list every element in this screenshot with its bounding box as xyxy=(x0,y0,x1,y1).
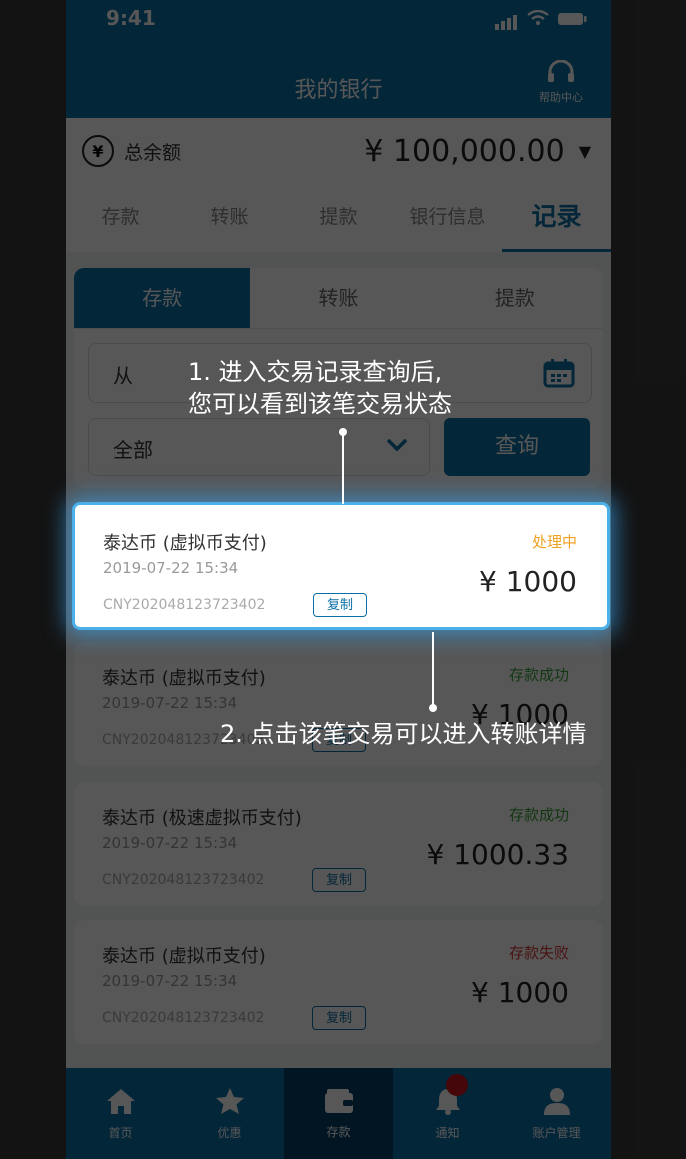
nav-label: 账户管理 xyxy=(532,1125,581,1140)
battery-icon xyxy=(557,11,587,30)
copy-button[interactable]: 复制 xyxy=(312,1006,366,1030)
tx-status: 存款成功 xyxy=(508,806,569,824)
from-label: 从 xyxy=(113,364,133,388)
bottom-nav: 首页 优惠 存款 通知 账户管理 xyxy=(66,1068,611,1159)
copy-button[interactable]: 复制 xyxy=(313,593,367,617)
status-filter-value: 全部 xyxy=(113,438,153,462)
record-type-tabs: 存款 转账 提款 xyxy=(74,268,603,329)
tx-name: 泰达币 (虚拟币支付) xyxy=(102,946,266,967)
wallet-icon xyxy=(324,1088,354,1117)
signal-icon xyxy=(495,11,519,30)
nav-home[interactable]: 首页 xyxy=(66,1068,175,1159)
tx-date: 2019-07-22 15:34 xyxy=(102,694,238,712)
copy-button[interactable]: 复制 xyxy=(312,868,366,892)
status-filter-select[interactable]: 全部 xyxy=(88,418,430,476)
nav-notifications[interactable]: 通知 xyxy=(393,1068,502,1159)
callout-line: 1. 进入交易记录查询后, xyxy=(188,358,443,386)
subtab-transfer[interactable]: 转账 xyxy=(250,268,426,328)
tx-date: 2019-07-22 15:34 xyxy=(103,559,239,577)
tx-name: 泰达币 (极速虚拟币支付) xyxy=(102,808,302,829)
subtab-withdraw[interactable]: 提款 xyxy=(427,268,603,328)
callout-dot xyxy=(429,704,437,712)
tab-bank-info[interactable]: 银行信息 xyxy=(393,184,502,252)
user-icon xyxy=(542,1087,572,1118)
tab-deposit[interactable]: 存款 xyxy=(66,184,175,252)
tutorial-callout-step1: 1. 进入交易记录查询后, 您可以看到该笔交易状态 xyxy=(188,356,452,420)
tab-records[interactable]: 记录 xyxy=(502,184,611,252)
tab-withdraw[interactable]: 提款 xyxy=(284,184,393,252)
tx-name: 泰达币 (虚拟币支付) xyxy=(103,533,267,554)
nav-label: 优惠 xyxy=(217,1125,242,1140)
balance-amount: ¥ 100,000.00 xyxy=(364,133,565,169)
tx-amount: ¥ 1000 xyxy=(479,565,577,598)
app-header: 9:41 我的银行 帮助中心 xyxy=(66,0,611,118)
main-tabs: 存款 转账 提款 银行信息 记录 xyxy=(66,184,611,252)
tx-status: 存款成功 xyxy=(508,666,569,684)
tx-date: 2019-07-22 15:34 xyxy=(102,972,238,990)
tab-transfer[interactable]: 转账 xyxy=(175,184,284,252)
nav-deposit[interactable]: 存款 xyxy=(284,1068,393,1159)
callout-leader-line xyxy=(342,432,344,504)
wifi-icon xyxy=(527,9,549,30)
notification-badge xyxy=(446,1074,468,1096)
callout-leader-line xyxy=(432,632,434,708)
home-icon xyxy=(106,1087,136,1118)
query-button[interactable]: 查询 xyxy=(444,418,590,476)
nav-label: 通知 xyxy=(435,1125,460,1140)
callout-line: 您可以看到该笔交易状态 xyxy=(188,390,452,418)
highlighted-transaction-card[interactable]: 泰达币 (虚拟币支付) 2019-07-22 15:34 CNY20204812… xyxy=(72,502,610,630)
tx-name: 泰达币 (虚拟币支付) xyxy=(102,668,266,689)
calendar-icon[interactable] xyxy=(543,358,575,392)
status-time: 9:41 xyxy=(106,6,156,30)
tx-date: 2019-07-22 15:34 xyxy=(102,834,238,852)
chevron-down-icon xyxy=(385,437,409,457)
tx-id: CNY202048123723402 xyxy=(102,872,265,888)
nav-account[interactable]: 账户管理 xyxy=(502,1068,611,1159)
transaction-card[interactable]: 泰达币 (虚拟币支付) 2019-07-22 15:34 CNY20204812… xyxy=(74,920,603,1044)
nav-label: 首页 xyxy=(108,1125,133,1140)
transaction-card[interactable]: 泰达币 (极速虚拟币支付) 2019-07-22 15:34 CNY202048… xyxy=(74,782,603,906)
balance-label: 总余额 xyxy=(124,141,182,164)
subtab-deposit[interactable]: 存款 xyxy=(74,268,251,328)
tx-amount: ¥ 1000.33 xyxy=(426,838,569,871)
tx-status: 处理中 xyxy=(531,533,577,551)
tx-id: CNY202048123723402 xyxy=(103,597,266,613)
help-center-button[interactable]: 帮助中心 xyxy=(529,59,593,105)
nav-promotions[interactable]: 优惠 xyxy=(175,1068,284,1159)
tx-amount: ¥ 1000 xyxy=(471,976,569,1009)
tutorial-callout-step2: 2. 点击该笔交易可以进入转账详情 xyxy=(220,720,587,748)
caret-down-icon[interactable]: ▼ xyxy=(579,142,591,161)
star-icon xyxy=(215,1087,245,1118)
balance-row[interactable]: ¥ 总余额 ¥ 100,000.00 ▼ xyxy=(66,118,611,184)
tx-status: 存款失败 xyxy=(508,944,569,962)
nav-label: 存款 xyxy=(326,1124,351,1139)
status-icons xyxy=(495,9,587,30)
help-center-label: 帮助中心 xyxy=(539,91,583,104)
tx-id: CNY202048123723402 xyxy=(102,1010,265,1026)
yen-icon: ¥ xyxy=(82,135,114,167)
headset-icon xyxy=(529,59,593,89)
